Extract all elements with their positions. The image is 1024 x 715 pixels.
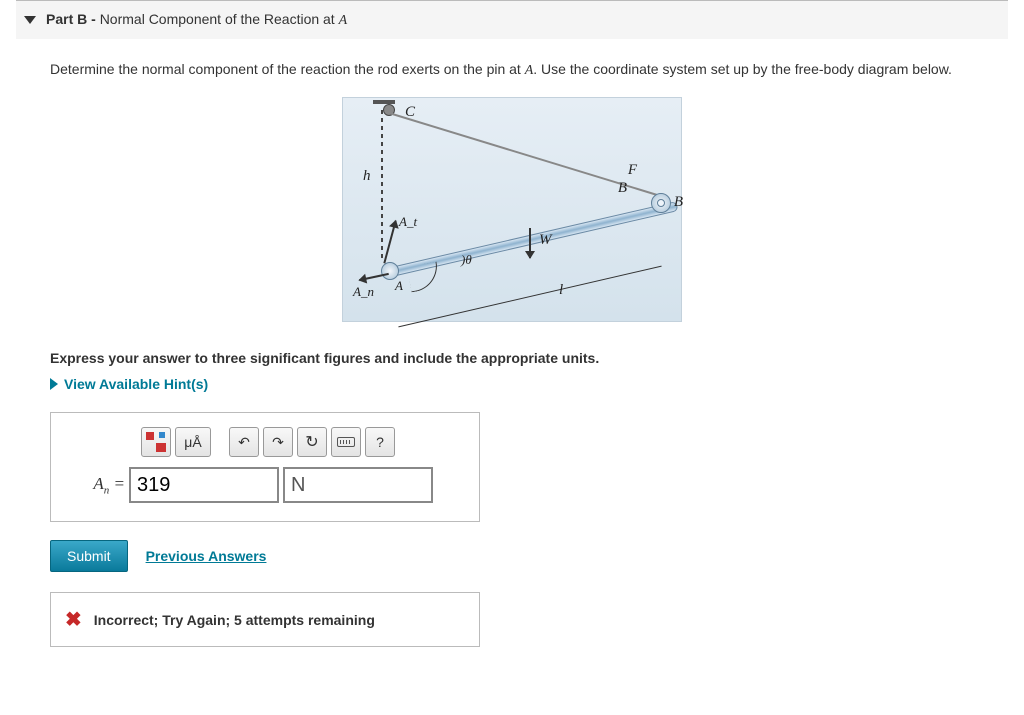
spring-line — [381, 110, 383, 262]
part-header[interactable]: Part B - Normal Component of the Reactio… — [16, 0, 1008, 39]
free-body-diagram: C h F B B W l )θ A_t A_n A — [342, 97, 682, 322]
angle-arc — [407, 262, 441, 293]
label-f: F — [628, 162, 637, 179]
view-hints-link[interactable]: View Available Hint(s) — [50, 376, 1008, 392]
label-w: W — [539, 232, 552, 249]
caster-icon — [373, 100, 395, 118]
submit-button[interactable]: Submit — [50, 540, 128, 572]
pin-b — [651, 193, 671, 213]
keyboard-icon — [337, 437, 355, 447]
feedback-text: Incorrect; Try Again; 5 attempts remaini… — [94, 612, 375, 628]
prompt-after: . Use the coordinate system set up by th… — [533, 61, 952, 77]
part-subtitle: Normal Component of the Reaction at — [100, 11, 339, 27]
undo-button[interactable]: ↶ — [229, 427, 259, 457]
answer-unit-input[interactable] — [283, 467, 433, 503]
label-l: l — [559, 282, 563, 299]
previous-answers-link[interactable]: Previous Answers — [146, 548, 267, 564]
incorrect-icon: ✖ — [65, 607, 82, 632]
answer-row: An = — [65, 467, 465, 503]
prompt-text: Determine the normal component of the re… — [50, 59, 1008, 81]
label-b-left: B — [618, 180, 627, 197]
label-b-right: B — [674, 194, 683, 211]
answer-toolbar: μÅ ↶ ↷ ↻ ? — [141, 427, 465, 457]
label-an: A_n — [353, 284, 374, 300]
label-at: A_t — [399, 214, 417, 230]
redo-button[interactable]: ↷ — [263, 427, 293, 457]
reset-button[interactable]: ↻ — [297, 427, 327, 457]
caret-right-icon — [50, 378, 58, 390]
label-h: h — [363, 168, 371, 185]
part-title-text: Part B - Normal Component of the Reactio… — [46, 11, 347, 29]
submit-row: Submit Previous Answers — [50, 540, 1008, 572]
label-theta: )θ — [461, 252, 472, 268]
prompt-point-a: A — [525, 63, 534, 78]
templates-button[interactable] — [141, 427, 171, 457]
label-c: C — [405, 104, 415, 121]
caret-down-icon — [24, 16, 36, 24]
reaction-at-arrow — [383, 220, 396, 263]
part-point: A — [339, 13, 348, 28]
dimension-l — [398, 266, 661, 328]
answer-value-input[interactable] — [129, 467, 279, 503]
prompt-before: Determine the normal component of the re… — [50, 61, 525, 77]
answer-variable-label: An = — [65, 474, 125, 496]
part-label: Part B - — [46, 11, 96, 27]
instructions: Express your answer to three significant… — [50, 350, 1008, 366]
weight-arrow — [529, 228, 531, 258]
help-button[interactable]: ? — [365, 427, 395, 457]
keyboard-button[interactable] — [331, 427, 361, 457]
label-a: A — [395, 278, 403, 294]
answer-box: μÅ ↶ ↷ ↻ ? An = — [50, 412, 480, 522]
units-button[interactable]: μÅ — [175, 427, 211, 457]
hints-label: View Available Hint(s) — [64, 376, 208, 392]
feedback-box: ✖ Incorrect; Try Again; 5 attempts remai… — [50, 592, 480, 647]
diagram-container: C h F B B W l )θ A_t A_n A — [16, 97, 1008, 322]
